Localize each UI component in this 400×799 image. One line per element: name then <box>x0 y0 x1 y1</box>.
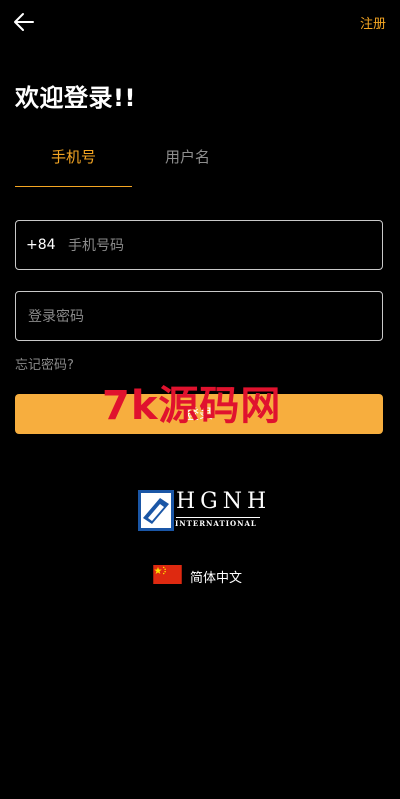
phone-input[interactable] <box>66 221 370 271</box>
password-input[interactable] <box>26 292 370 342</box>
china-flag-icon <box>153 565 182 584</box>
country-code-selector[interactable]: +84 <box>26 237 56 253</box>
logo-wordmark: HGNH <box>176 489 272 514</box>
phone-field[interactable]: +84 <box>15 220 383 271</box>
password-field[interactable] <box>15 291 383 342</box>
back-arrow-icon[interactable] <box>12 10 36 34</box>
language-label: 简体中文 <box>190 571 243 586</box>
watermark-text: 7k源码网 <box>102 383 282 429</box>
tab-username[interactable]: 用户名 <box>145 146 230 167</box>
tab-phone[interactable]: 手机号 <box>15 146 132 167</box>
logo-subtext: INTERNATIONAL <box>175 519 257 528</box>
login-method-tabs: 手机号 用户名 <box>15 140 385 188</box>
forgot-password-link[interactable]: 忘记密码? <box>15 354 74 373</box>
hgnh-logo-icon <box>138 490 174 531</box>
active-tab-indicator <box>15 186 132 187</box>
signup-link[interactable]: 注册 <box>360 13 386 32</box>
company-logo: HGNH INTERNATIONAL <box>138 489 266 532</box>
logo-divider <box>176 517 260 518</box>
page-title: 欢迎登录!! <box>15 84 136 112</box>
